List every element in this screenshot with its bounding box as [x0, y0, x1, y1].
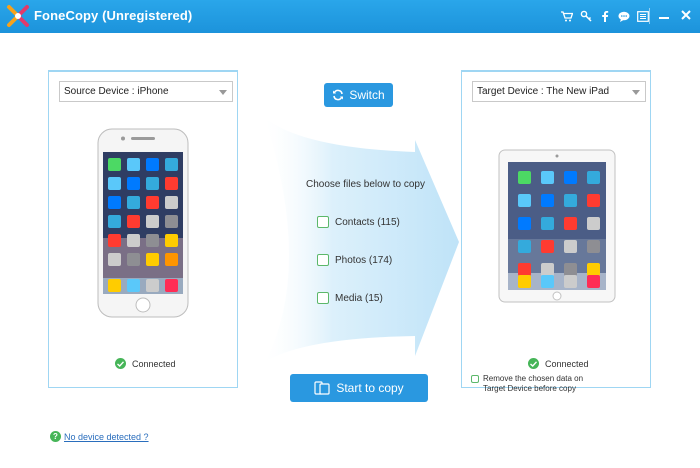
- target-status: Connected: [528, 358, 589, 369]
- start-copy-label: Start to copy: [336, 381, 404, 395]
- source-device-panel: Source Device : iPhone Connected: [48, 70, 238, 388]
- refresh-icon: [333, 89, 344, 101]
- switch-label: Switch: [349, 88, 385, 102]
- ipad-image: [498, 149, 616, 303]
- option-photos[interactable]: Photos (174): [317, 254, 392, 266]
- media-checkbox[interactable]: [317, 292, 329, 304]
- choose-files-label: Choose files below to copy: [306, 179, 425, 190]
- chevron-down-icon: [632, 90, 640, 95]
- facebook-icon[interactable]: [598, 9, 611, 23]
- question-icon: ?: [50, 431, 61, 442]
- target-device-dropdown[interactable]: Target Device : The New iPad: [472, 81, 646, 102]
- minimize-icon[interactable]: [656, 7, 672, 23]
- photos-checkbox[interactable]: [317, 254, 329, 266]
- source-status: Connected: [115, 358, 176, 369]
- fonecopy-logo-icon: [7, 5, 29, 27]
- remove-data-label: Remove the chosen data on Target Device …: [483, 374, 584, 393]
- target-device-label: Target Device : The New iPad: [477, 86, 610, 97]
- chevron-down-icon: [219, 90, 227, 95]
- help-area: ? No device detected ?: [50, 431, 149, 442]
- app-title: FoneCopy (Unregistered): [34, 8, 193, 23]
- start-copy-button[interactable]: Start to copy: [290, 374, 428, 402]
- contacts-checkbox[interactable]: [317, 216, 329, 228]
- option-media[interactable]: Media (15): [317, 292, 383, 304]
- iphone-image: [97, 128, 189, 318]
- source-device-dropdown[interactable]: Source Device : iPhone: [59, 81, 233, 102]
- switch-button[interactable]: Switch: [324, 83, 393, 107]
- source-device-label: Source Device : iPhone: [64, 86, 169, 97]
- source-status-label: Connected: [132, 358, 176, 369]
- option-contacts[interactable]: Contacts (115): [317, 216, 400, 228]
- title-bar: FoneCopy (Unregistered): [0, 0, 700, 33]
- cart-icon[interactable]: [560, 9, 573, 23]
- transfer-arrow-graphic: [265, 118, 459, 362]
- menu-icon[interactable]: [636, 9, 649, 23]
- check-circle-icon: [528, 358, 539, 369]
- key-icon[interactable]: [579, 9, 592, 23]
- contacts-label: Contacts (115): [335, 216, 400, 228]
- remove-data-checkbox[interactable]: [471, 375, 479, 383]
- toolbar-separator: [649, 8, 650, 24]
- remove-data-option[interactable]: Remove the chosen data on Target Device …: [471, 374, 606, 394]
- close-icon[interactable]: [678, 7, 694, 23]
- copy-devices-icon: [314, 381, 330, 395]
- check-circle-icon: [115, 358, 126, 369]
- no-device-link[interactable]: No device detected ?: [64, 432, 149, 442]
- media-label: Media (15): [335, 292, 383, 304]
- photos-label: Photos (174): [335, 254, 393, 266]
- target-status-label: Connected: [545, 358, 589, 369]
- target-device-panel: Target Device : The New iPad Connected: [461, 70, 651, 388]
- chat-icon[interactable]: [617, 9, 630, 23]
